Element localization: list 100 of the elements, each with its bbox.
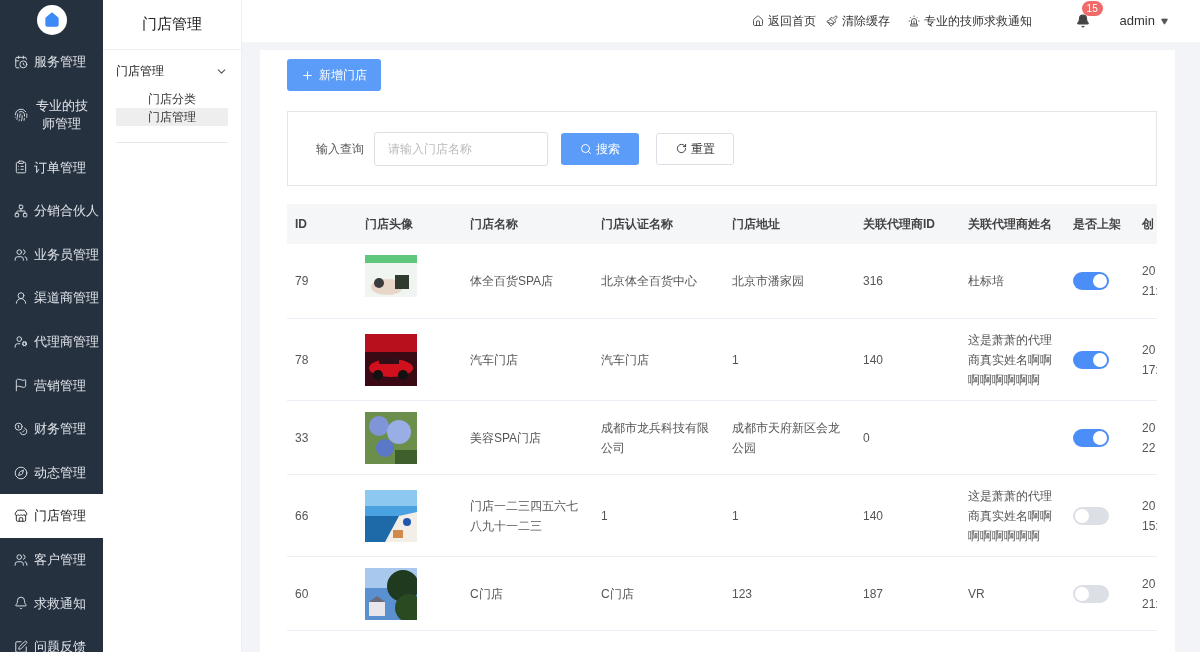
table-cell-text: 79 [295,273,310,290]
compass-icon [14,465,28,480]
siren-icon [907,15,920,27]
table-cell-text: 北京市潘家园 [732,273,805,290]
edit-icon [14,639,28,652]
search-label: 输入查询 [316,140,364,158]
calendar-icon [14,54,28,69]
table-cell-text: 汽车门店 [601,351,650,369]
table-cell-text: 体全百货SPA店 [470,273,555,290]
bell-icon[interactable] [1075,14,1090,28]
sidebar-item[interactable]: 分销合伙人 [0,189,103,233]
search-field[interactable]: 请输入门店名称 [374,131,548,166]
toggle-switch[interactable] [1073,272,1109,290]
table-cell-text: 78 [295,351,310,369]
table-cell-text: 15: [1142,517,1157,535]
table-cell-text: 33 [295,429,310,447]
flag-icon [14,378,28,393]
column-header: 关联代理商姓名 [967,216,1053,233]
table-cell-text: 成都市龙兵科技有限公司 [601,419,710,457]
column-header: 门店认证名称 [600,216,674,233]
table-cell-text: 北京体全百货中心 [601,273,698,290]
table-cell-text: 美容SPA门店 [470,429,543,447]
brush-icon [825,15,838,27]
column-header: 创 [1141,216,1155,233]
sidebar-item[interactable]: 营销管理 [0,363,103,408]
sidebar-item[interactable]: 业务员管理 [0,232,103,277]
table-cell-text: 1 [732,351,740,369]
table-cell-text: 杜标培 [968,273,1005,290]
caret-icon [1161,17,1168,25]
coins-icon [14,421,28,436]
store-icon [14,509,28,524]
table-cell-text: 17: [1142,361,1157,379]
sidebar-item[interactable]: 代理商管理 [0,319,103,364]
user-gear-icon [14,334,28,349]
table-cell-text: 0 [863,429,871,447]
table-cell-text: 21: [1142,595,1157,613]
fingerprint-icon [14,107,28,122]
toggle-switch[interactable] [1073,428,1109,447]
table-cell-text: 这是萧萧的代理商真实姓名啊啊啊啊啊啊啊啊 [968,487,1053,545]
table-cell-text: 这是萧萧的代理商真实姓名啊啊啊啊啊啊啊啊 [968,331,1053,389]
table-cell-text: 140 [863,351,885,369]
sidebar-item[interactable]: 客户管理 [0,537,103,582]
table-cell-text: 316 [863,273,885,290]
sidebar-item[interactable]: 渠道商管理 [0,276,103,320]
reset-button[interactable]: 重置 [656,132,734,165]
notification-badge: 15 [1081,1,1103,16]
table-cell-text: 1 [732,507,740,525]
column-header: ID [294,216,308,233]
table-cell-text: 21: [1142,283,1157,300]
search-icon [580,142,592,155]
header-link[interactable]: 专业的技师求救通知 [907,12,1032,30]
table-cell-text: 汽车门店 [470,351,519,369]
home-icon [751,15,764,27]
user-menu[interactable]: admin [1119,11,1168,31]
plus-icon [301,68,314,82]
table-cell-text: VR [968,585,986,603]
refresh-icon [675,143,687,154]
table-cell-text: 20 [1142,341,1157,359]
table-cell-text: 20 [1142,419,1157,437]
table-cell-text: 187 [863,585,885,603]
bell-icon [14,596,28,611]
table-cell-text: 22 [1142,439,1157,457]
column-header: 门店头像 [364,216,414,233]
table-cell-text: 成都市天府新区会龙公园 [732,419,841,457]
column-header: 门店地址 [731,216,781,233]
users-icon [14,552,28,567]
table-cell-text: 123 [732,585,754,603]
table-cell-text: C门店 [470,585,504,603]
sidebar-item[interactable]: 门店管理 [0,494,103,538]
submenu-item[interactable]: 门店分类 [116,90,228,108]
sidebar-item[interactable]: 动态管理 [0,450,103,495]
sidebar-item[interactable]: 订单管理 [0,145,103,190]
users-icon [14,247,28,262]
toggle-switch[interactable] [1073,584,1109,603]
column-header: 门店名称 [469,216,519,233]
table-cell-text: 60 [295,585,310,603]
clipboard-icon [14,160,28,175]
sidebar-item[interactable]: 服务管理 [0,40,103,84]
panel-title: 门店管理 [103,0,241,50]
table-cell-text: C门店 [601,585,635,603]
sidebar-item[interactable]: 财务管理 [0,407,103,451]
table-cell-text: 20 [1142,575,1157,593]
sidebar-item[interactable]: 专业的技师管理 [0,83,103,146]
header-link[interactable]: 清除缓存 [825,12,890,30]
header-link[interactable]: 返回首页 [751,12,816,30]
toggle-switch[interactable] [1073,350,1109,369]
column-header: 关联代理商ID [862,216,936,233]
table-cell-text: 20 [1142,263,1157,280]
table-cell-text: 140 [863,507,885,525]
toggle-switch[interactable] [1073,506,1109,525]
table-cell-text: 门店一二三四五六七八九十一二三 [470,497,579,535]
menu-group[interactable]: 门店管理 [116,60,228,82]
table-cell-text: 20 [1142,497,1157,515]
table-cell-text: 1 [601,507,609,525]
column-header: 是否上架 [1072,216,1122,233]
table-cell-text: 66 [295,507,310,525]
submenu-item[interactable]: 门店管理 [116,108,228,126]
logo-icon [36,5,67,35]
network-icon [14,204,28,218]
sidebar-item[interactable]: 求救通知 [0,581,103,626]
